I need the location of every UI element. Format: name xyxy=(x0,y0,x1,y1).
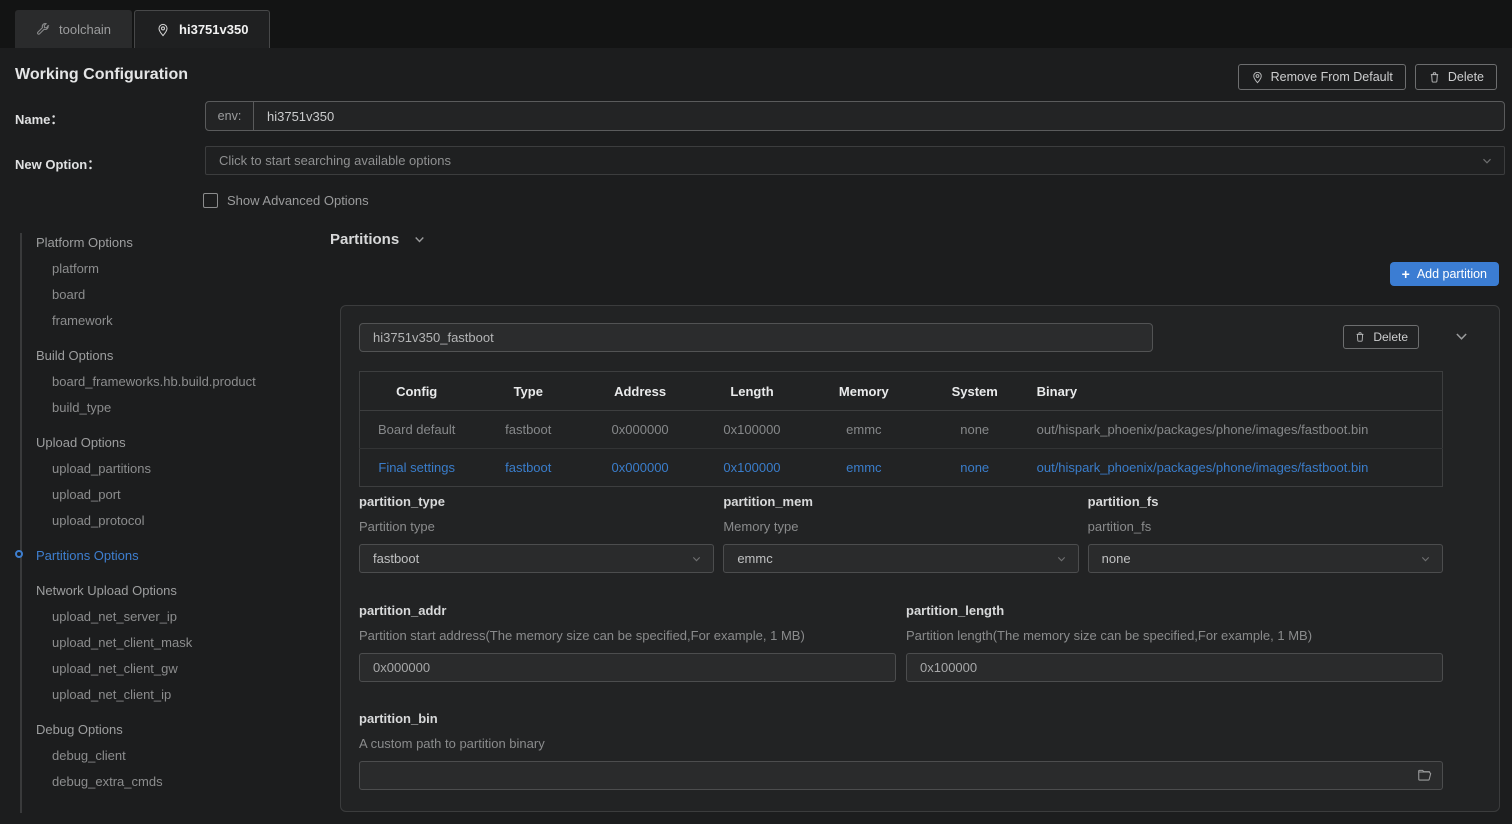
field-partition-fs: partition_fs partition_fs none xyxy=(1088,494,1443,573)
chevron-down-icon xyxy=(1056,553,1067,564)
show-advanced-label: Show Advanced Options xyxy=(227,193,369,208)
partition-mem-label: partition_mem xyxy=(723,494,1078,509)
col-length: Length xyxy=(697,372,807,411)
wrench-icon xyxy=(36,22,50,36)
tab-toolchain[interactable]: toolchain xyxy=(15,10,132,48)
partition-length-desc: Partition length(The memory size can be … xyxy=(906,628,1443,643)
sidebar-item-build-type[interactable]: build_type xyxy=(0,395,330,421)
partition-type-select[interactable]: fastboot xyxy=(359,544,714,573)
name-input-group: env: xyxy=(205,101,1505,131)
tab-label: toolchain xyxy=(59,22,111,37)
partition-settings-table: Config Type Address Length Memory System… xyxy=(359,371,1443,487)
partition-addr-input[interactable] xyxy=(359,653,896,682)
sidebar-item-upload-port[interactable]: upload_port xyxy=(0,482,330,508)
sidebar-item-debug-extra-cmds[interactable]: debug_extra_cmds xyxy=(0,769,330,795)
location-pin-icon xyxy=(156,23,170,37)
field-partition-bin: partition_bin A custom path to partition… xyxy=(359,711,1443,790)
name-label: Name： xyxy=(15,109,63,128)
page-title: Working Configuration xyxy=(15,66,188,84)
add-partition-button[interactable]: + Add partition xyxy=(1390,262,1499,286)
header-actions: Remove From Default Delete xyxy=(1238,64,1497,90)
location-pin-icon xyxy=(1251,71,1264,84)
chevron-down-icon xyxy=(1420,553,1431,564)
field-partition-mem: partition_mem Memory type emmc xyxy=(723,494,1078,573)
folder-icon[interactable] xyxy=(1417,768,1433,784)
col-system: System xyxy=(921,372,1029,411)
sidebar-item-upload-net-client-gw[interactable]: upload_net_client_gw xyxy=(0,656,330,682)
options-nav-list: Platform Options platform board framewor… xyxy=(0,230,330,795)
env-prefix: env: xyxy=(206,102,254,130)
col-config: Config xyxy=(360,372,474,411)
chevron-down-icon xyxy=(1481,155,1493,167)
partition-mem-select[interactable]: emmc xyxy=(723,544,1078,573)
sidebar-item-network-upload-options[interactable]: Network Upload Options xyxy=(0,578,330,604)
sidebar-item-board[interactable]: board xyxy=(0,282,330,308)
partition-addr-desc: Partition start address(The memory size … xyxy=(359,628,896,643)
col-memory: Memory xyxy=(807,372,921,411)
sidebar-item-upload-net-client-ip[interactable]: upload_net_client_ip xyxy=(0,682,330,708)
partition-type-desc: Partition type xyxy=(359,519,714,534)
partition-type-label: partition_type xyxy=(359,494,714,509)
sidebar-item-framework[interactable]: framework xyxy=(0,308,330,334)
chevron-down-icon xyxy=(691,553,702,564)
collapse-chevron-icon[interactable] xyxy=(1454,329,1469,344)
partition-addr-length-row: partition_addr Partition start address(T… xyxy=(359,603,1443,682)
field-partition-addr: partition_addr Partition start address(T… xyxy=(359,603,896,682)
sidebar-item-upload-protocol[interactable]: upload_protocol xyxy=(0,508,330,534)
sidebar-item-upload-net-server-ip[interactable]: upload_net_server_ip xyxy=(0,604,330,630)
sidebar-item-board-frameworks-hb-build-product[interactable]: board_frameworks.hb.build.product xyxy=(0,369,330,395)
partition-name-input[interactable] xyxy=(359,323,1153,352)
sidebar-item-platform[interactable]: platform xyxy=(0,256,330,282)
sidebar-item-build-options[interactable]: Build Options xyxy=(0,343,330,369)
plus-icon: + xyxy=(1402,267,1410,281)
partition-mem-desc: Memory type xyxy=(723,519,1078,534)
options-sidebar: Platform Options platform board framewor… xyxy=(0,230,330,795)
field-partition-length: partition_length Partition length(The me… xyxy=(906,603,1443,682)
tab-hi3751v350[interactable]: hi3751v350 xyxy=(134,10,270,48)
partition-fs-select[interactable]: none xyxy=(1088,544,1443,573)
sidebar-item-upload-options[interactable]: Upload Options xyxy=(0,430,330,456)
sidebar-item-debug-client[interactable]: debug_client xyxy=(0,743,330,769)
delete-config-button[interactable]: Delete xyxy=(1415,64,1497,90)
partition-length-label: partition_length xyxy=(906,603,1443,618)
partition-card: Delete Config Type Address Length Memory… xyxy=(340,305,1500,812)
name-input[interactable] xyxy=(254,102,1504,130)
chevron-down-icon[interactable] xyxy=(413,233,426,246)
partition-addr-label: partition_addr xyxy=(359,603,896,618)
partitions-section-header: Partitions xyxy=(330,231,426,248)
sidebar-item-debug-options[interactable]: Debug Options xyxy=(0,717,330,743)
partition-bin-desc: A custom path to partition binary xyxy=(359,736,1443,751)
trash-icon xyxy=(1354,331,1366,343)
col-binary: Binary xyxy=(1029,372,1443,411)
show-advanced-row[interactable]: Show Advanced Options xyxy=(203,193,369,208)
delete-partition-button[interactable]: Delete xyxy=(1343,325,1419,349)
table-row-board-default: Board default fastboot 0x000000 0x100000… xyxy=(360,411,1443,449)
tab-bar: toolchain hi3751v350 xyxy=(0,0,1512,48)
table-row-final-settings[interactable]: Final settings fastboot 0x000000 0x10000… xyxy=(360,449,1443,487)
table-header-row: Config Type Address Length Memory System… xyxy=(360,372,1443,411)
sidebar-item-upload-net-client-mask[interactable]: upload_net_client_mask xyxy=(0,630,330,656)
col-address: Address xyxy=(583,372,697,411)
partition-bin-input[interactable] xyxy=(359,761,1443,790)
sidebar-item-partitions-options[interactable]: Partitions Options xyxy=(0,543,330,569)
selected-anchor-dot-icon xyxy=(15,550,23,558)
partition-bin-row: partition_bin A custom path to partition… xyxy=(359,711,1443,790)
tab-label: hi3751v350 xyxy=(179,22,248,37)
show-advanced-checkbox[interactable] xyxy=(203,193,218,208)
partition-fs-label: partition_fs xyxy=(1088,494,1443,509)
partition-bin-label: partition_bin xyxy=(359,711,1443,726)
partition-selects-row: partition_type Partition type fastboot p… xyxy=(359,494,1443,573)
trash-icon xyxy=(1428,71,1441,84)
remove-from-default-button[interactable]: Remove From Default xyxy=(1238,64,1406,90)
partition-fs-desc: partition_fs xyxy=(1088,519,1443,534)
partitions-title: Partitions xyxy=(330,231,399,248)
sidebar-item-upload-partitions[interactable]: upload_partitions xyxy=(0,456,330,482)
field-partition-type: partition_type Partition type fastboot xyxy=(359,494,714,573)
new-option-select[interactable]: Click to start searching available optio… xyxy=(205,146,1505,175)
col-type: Type xyxy=(473,372,583,411)
new-option-placeholder: Click to start searching available optio… xyxy=(219,153,451,168)
partition-length-input[interactable] xyxy=(906,653,1443,682)
new-option-label: New Option： xyxy=(15,154,100,173)
sidebar-item-platform-options[interactable]: Platform Options xyxy=(0,230,330,256)
